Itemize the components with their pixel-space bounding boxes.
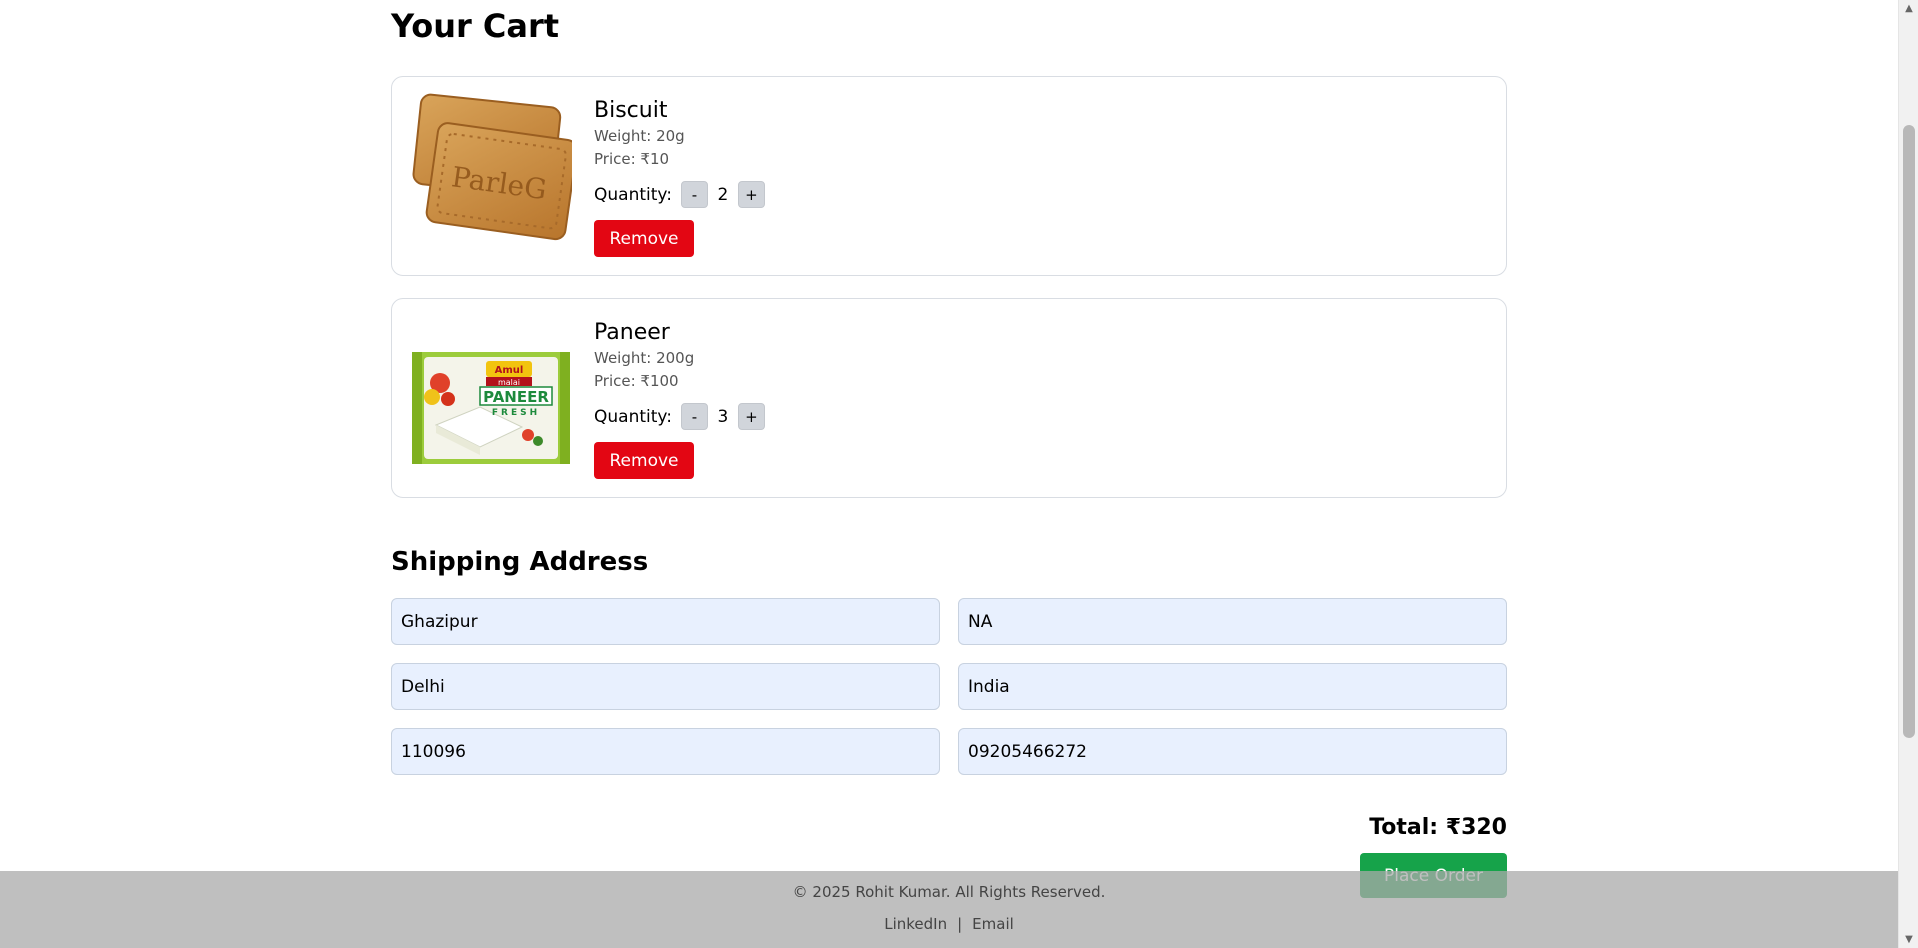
item-info: Biscuit Weight: 20g Price: ₹10 Quantity:… xyxy=(594,97,765,257)
shipping-title: Shipping Address xyxy=(391,547,649,577)
linkedin-link[interactable]: LinkedIn xyxy=(884,914,947,934)
item-weight: Weight: 20g xyxy=(594,127,685,145)
biscuit-image: Par ParleG xyxy=(410,93,572,258)
paneer-package-image: Amul malai PANEER FRESH xyxy=(410,315,572,480)
quantity-stepper: Quantity: - 2 + xyxy=(594,181,765,208)
increase-quantity-button[interactable]: + xyxy=(737,181,765,208)
package-title: PANEER xyxy=(483,388,549,406)
email-link[interactable]: Email xyxy=(972,914,1014,934)
pincode-field[interactable] xyxy=(391,728,940,775)
item-info: Paneer Weight: 200g Price: ₹100 Quantity… xyxy=(594,319,765,479)
item-name: Biscuit xyxy=(594,98,668,123)
quantity-value: 2 xyxy=(717,184,729,205)
cart-container: Your Cart ParleG Biscuit Weight: 20g Pri… xyxy=(391,0,1507,898)
item-weight: Weight: 200g xyxy=(594,349,695,367)
item-name: Paneer xyxy=(594,320,670,345)
country-field[interactable] xyxy=(958,663,1507,710)
vertical-scrollbar[interactable]: ▲ ▼ xyxy=(1898,0,1918,948)
quantity-label: Quantity: xyxy=(594,184,672,205)
footer: © 2025 Rohit Kumar. All Rights Reserved.… xyxy=(0,871,1898,948)
package-brand: Amul xyxy=(495,365,524,376)
shipping-form xyxy=(391,598,1507,775)
increase-quantity-button[interactable]: + xyxy=(737,403,765,430)
remove-button[interactable]: Remove xyxy=(594,220,694,257)
decrease-quantity-button[interactable]: - xyxy=(680,181,708,208)
city-field[interactable] xyxy=(391,663,940,710)
phone-field[interactable] xyxy=(958,728,1507,775)
cart-item-paneer: Amul malai PANEER FRESH Paneer Weight: 2… xyxy=(391,298,1507,498)
remove-button[interactable]: Remove xyxy=(594,442,694,479)
address-line-field[interactable] xyxy=(391,598,940,645)
quantity-stepper: Quantity: - 3 + xyxy=(594,403,765,430)
copyright-text: © 2025 Rohit Kumar. All Rights Reserved. xyxy=(792,883,1106,901)
order-total: Total: ₹320 xyxy=(1369,815,1507,840)
item-price: Price: ₹100 xyxy=(594,372,679,390)
cart-item-biscuit: Par ParleG Biscuit Weight: 20g Price: ₹1… xyxy=(391,76,1507,276)
quantity-value: 3 xyxy=(717,406,729,427)
item-price: Price: ₹10 xyxy=(594,150,670,168)
scroll-down-arrow-icon[interactable]: ▼ xyxy=(1899,931,1918,948)
scroll-up-arrow-icon[interactable]: ▲ xyxy=(1899,0,1918,17)
link-separator: | xyxy=(957,915,963,933)
quantity-label: Quantity: xyxy=(594,406,672,427)
landmark-field[interactable] xyxy=(958,598,1507,645)
package-tag: FRESH xyxy=(492,408,540,418)
page-title: Your Cart xyxy=(391,7,560,45)
decrease-quantity-button[interactable]: - xyxy=(680,403,708,430)
page: Your Cart ParleG Biscuit Weight: 20g Pri… xyxy=(0,0,1898,948)
footer-links: LinkedIn | Email xyxy=(0,914,1898,934)
scrollbar-thumb[interactable] xyxy=(1903,125,1915,738)
package-sub: malai xyxy=(498,378,520,387)
